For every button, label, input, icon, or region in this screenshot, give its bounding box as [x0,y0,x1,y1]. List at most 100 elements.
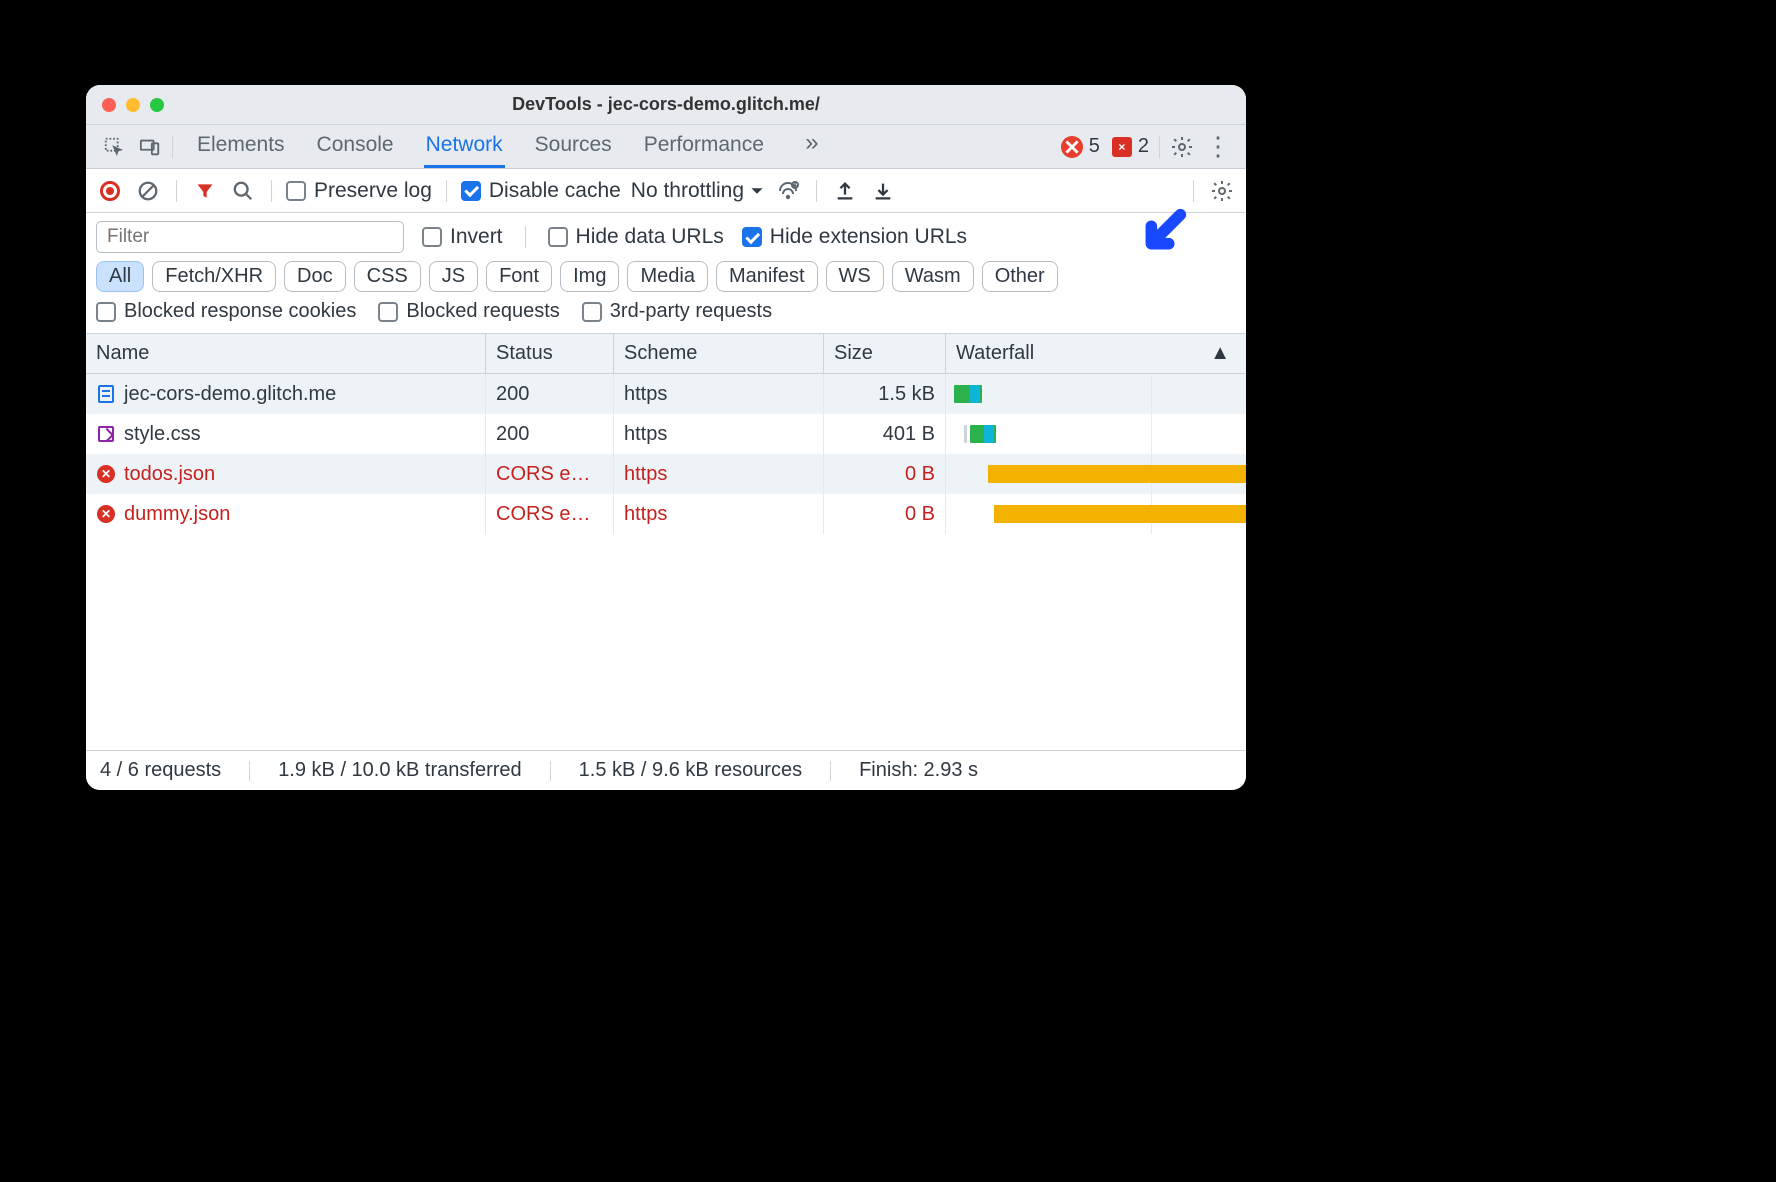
tab-performance[interactable]: Performance [642,125,766,168]
col-status-header[interactable]: Status [486,334,614,373]
table-row[interactable]: dummy.json CORS e… https 0 B [86,494,1246,534]
request-size: 0 B [905,503,935,526]
document-icon [96,384,116,404]
network-table: Name Status Scheme Size Waterfall ▲ jec-… [86,334,1246,750]
error-circle-icon [1061,136,1083,158]
tab-console[interactable]: Console [315,125,396,168]
status-requests: 4 / 6 requests [100,759,221,782]
checkbox-checked-icon [742,227,762,247]
request-status: CORS e… [496,503,590,526]
filter-bar: Invert Hide data URLs Hide extension URL… [86,213,1246,334]
invert-label: Invert [450,225,503,249]
ext-errors-badge[interactable]: × 2 [1112,135,1149,158]
separator [1159,136,1160,158]
status-bar: 4 / 6 requests 1.9 kB / 10.0 kB transfer… [86,750,1246,790]
table-row[interactable]: jec-cors-demo.glitch.me200https1.5 kB [86,374,1246,414]
network-conditions-icon[interactable] [774,177,802,205]
hide-extension-urls-checkbox[interactable]: Hide extension URLs [742,225,967,249]
download-har-icon[interactable] [869,177,897,205]
upload-har-icon[interactable] [831,177,859,205]
tab-sources[interactable]: Sources [533,125,614,168]
col-waterfall-header[interactable]: Waterfall ▲ [946,334,1246,373]
stylesheet-icon [96,424,116,444]
table-body: jec-cors-demo.glitch.me200https1.5 kBsty… [86,374,1246,750]
request-scheme: https [624,383,667,406]
menu-icon[interactable]: ⋮ [1200,129,1236,165]
blocked-requests-checkbox[interactable]: Blocked requests [378,300,559,323]
tab-elements[interactable]: Elements [195,125,287,168]
table-header: Name Status Scheme Size Waterfall ▲ [86,334,1246,374]
chip-other[interactable]: Other [982,261,1058,292]
chip-wasm[interactable]: Wasm [892,261,974,292]
request-status: 200 [496,383,529,406]
tab-network[interactable]: Network [424,125,505,168]
chip-all[interactable]: All [96,261,144,292]
sort-indicator-icon: ▲ [1210,342,1230,365]
chip-fetch-xhr[interactable]: Fetch/XHR [152,261,276,292]
hide-data-urls-checkbox[interactable]: Hide data URLs [548,225,724,249]
chip-doc[interactable]: Doc [284,261,346,292]
disable-cache-checkbox[interactable]: Disable cache [461,179,621,203]
checkbox-icon [582,302,602,322]
throttling-select[interactable]: No throttling [631,179,764,203]
tabbar: Elements Console Network Sources Perform… [86,125,1246,169]
chip-js[interactable]: JS [429,261,478,292]
request-name: style.css [124,423,201,446]
device-toggle-icon[interactable] [132,129,168,165]
waterfall-cell [946,454,1246,494]
filter-input[interactable] [96,221,404,253]
table-row[interactable]: todos.jsonCORS e…https0 B [86,454,1246,494]
network-settings-icon[interactable] [1208,177,1236,205]
network-toolbar: Preserve log Disable cache No throttling [86,169,1246,213]
maximize-window-button[interactable] [150,98,164,112]
blocked-cookies-checkbox[interactable]: Blocked response cookies [96,300,356,323]
checkbox-icon [378,302,398,322]
filter-icon[interactable] [191,177,219,205]
settings-icon[interactable] [1164,129,1200,165]
blocked-requests-label: Blocked requests [406,300,559,323]
preserve-log-checkbox[interactable]: Preserve log [286,179,432,203]
chip-img[interactable]: Img [560,261,619,292]
chip-media[interactable]: Media [627,261,707,292]
annotation-arrow-icon [1132,205,1190,263]
request-name: dummy.json [124,503,230,526]
more-tabs-icon[interactable]: » [794,125,830,161]
close-window-button[interactable] [102,98,116,112]
blocked-cookies-label: Blocked response cookies [124,300,356,323]
errors-badge[interactable]: 5 [1061,135,1100,158]
request-name: todos.json [124,463,215,486]
minimize-window-button[interactable] [126,98,140,112]
disable-cache-label: Disable cache [489,179,621,203]
titlebar: DevTools - jec-cors-demo.glitch.me/ [86,85,1246,125]
record-button[interactable] [96,177,124,205]
clear-button[interactable] [134,177,162,205]
third-party-checkbox[interactable]: 3rd-party requests [582,300,772,323]
checkbox-icon [96,302,116,322]
separator [172,136,173,158]
request-status: CORS e… [496,463,590,486]
col-scheme-header[interactable]: Scheme [614,334,824,373]
ext-error-count: 2 [1138,135,1149,158]
third-party-label: 3rd-party requests [610,300,772,323]
resource-type-filters: All Fetch/XHR Doc CSS JS Font Img Media … [96,261,1236,292]
table-row[interactable]: style.css200https401 B [86,414,1246,454]
chip-css[interactable]: CSS [354,261,421,292]
window-title: DevTools - jec-cors-demo.glitch.me/ [86,94,1246,115]
status-finish: Finish: 2.93 s [859,759,978,782]
request-scheme: https [624,463,667,486]
waterfall-cell [946,374,1246,414]
chip-font[interactable]: Font [486,261,552,292]
chip-manifest[interactable]: Manifest [716,261,818,292]
checkbox-icon [548,227,568,247]
col-name-header[interactable]: Name [86,334,486,373]
checkbox-icon [286,181,306,201]
inspect-icon[interactable] [96,129,132,165]
search-icon[interactable] [229,177,257,205]
request-name: jec-cors-demo.glitch.me [124,383,336,406]
panel-tabs: Elements Console Network Sources Perform… [195,125,830,168]
status-transferred: 1.9 kB / 10.0 kB transferred [278,759,521,782]
col-size-header[interactable]: Size [824,334,946,373]
invert-checkbox[interactable]: Invert [422,225,503,249]
request-scheme: https [624,503,667,526]
chip-ws[interactable]: WS [826,261,884,292]
